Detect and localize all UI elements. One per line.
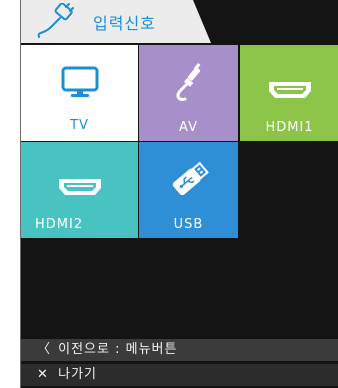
usb-drive-icon (172, 161, 209, 196)
hdmi-port-icon (268, 82, 311, 98)
input-tile-usb[interactable]: USB (139, 142, 238, 238)
hdmi-port-icon (58, 179, 101, 195)
input-source-panel: 입력신호 TV AV HDMI1 HDMI2 USB 〈 이전으로: 메뉴버튼… (20, 0, 338, 388)
input-tile-tv[interactable]: TV (21, 45, 138, 141)
input-tile-hdmi1[interactable]: HDMI1 (240, 45, 338, 141)
input-tile-av[interactable]: AV (139, 45, 238, 141)
input-label-hdmi1: HDMI1 (265, 120, 314, 135)
monitor-icon (61, 66, 98, 97)
exit-hint[interactable]: ✕ 나가기 (21, 364, 338, 386)
input-label-tv: TV (70, 118, 89, 133)
back-hint-label: 이전으로 : 메뉴버튼 (58, 342, 178, 357)
chevron-left-icon: 〈 (37, 342, 52, 357)
input-tile-hdmi2[interactable]: HDMI2 (21, 142, 138, 238)
panel-header: 입력신호 (21, 0, 211, 43)
close-icon: ✕ (37, 367, 49, 382)
exit-hint-label: 나가기 (58, 367, 98, 382)
cable-plug-icon (37, 3, 74, 38)
back-hint[interactable]: 〈 이전으로 : 메뉴버튼 (21, 339, 338, 361)
input-label-hdmi2: HDMI2 (35, 217, 84, 232)
page-title: 입력신호 (93, 14, 156, 33)
av-cable-icon (176, 63, 200, 101)
input-label-av: AV (179, 120, 198, 135)
input-label-usb: USB (173, 217, 204, 232)
